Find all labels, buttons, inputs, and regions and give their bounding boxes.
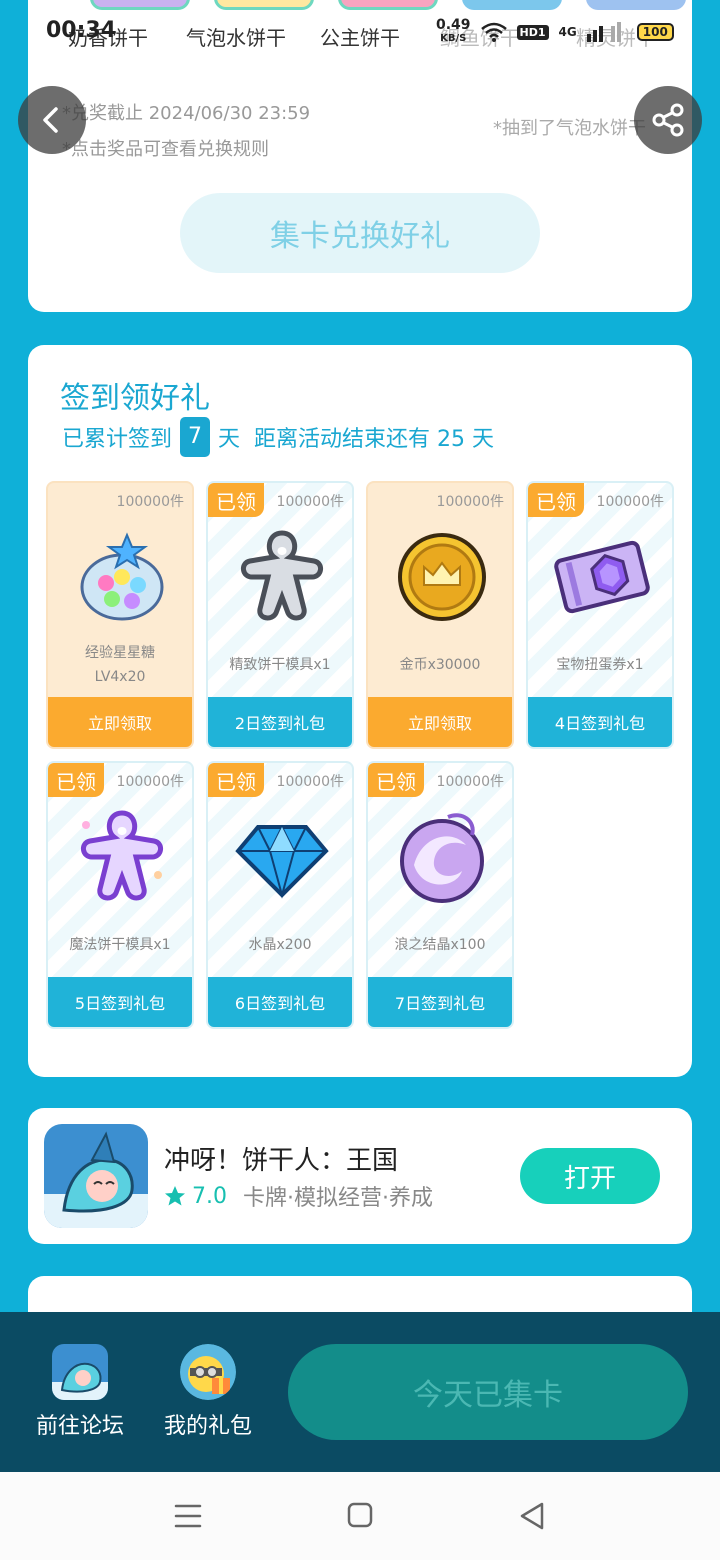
- battery-level: 100: [642, 25, 668, 39]
- claimed-badge: 已领: [48, 763, 104, 797]
- claim-button[interactable]: 立即领取: [48, 697, 192, 747]
- drawn-note: *抽到了气泡水饼干: [493, 118, 646, 139]
- crystal-icon: [235, 824, 329, 899]
- today-collected-button[interactable]: 今天已集卡: [288, 1344, 688, 1440]
- gift-qty: 100000件: [276, 494, 344, 510]
- game-rating: 7.0: [192, 1183, 227, 1209]
- status-icons: 0.49 KB/S HD1 4G 100: [436, 18, 674, 46]
- cookie-mold-icon: [241, 530, 323, 621]
- sign-in-package-button[interactable]: 5日签到礼包: [48, 977, 192, 1027]
- star-candy-icon: [80, 532, 164, 621]
- network-speed-value: 0.49: [436, 17, 471, 33]
- claimed-badge: 已领: [368, 763, 424, 797]
- gift-name: 水晶x200: [248, 937, 312, 953]
- sign-in-days-badge: 7: [180, 417, 211, 457]
- claimed-badge: 已领: [208, 763, 264, 797]
- gift-card[interactable]: 100000件 经验星星糖 LV4x20 立即领取: [46, 481, 194, 749]
- gift-qty: 100000件: [596, 494, 664, 510]
- signal-icon: [586, 22, 621, 42]
- open-game-button[interactable]: 打开: [520, 1148, 660, 1204]
- card-sign-in: 签到领好礼 已累计签到 7 天 距离活动结束还有 25 天 100000件 经验…: [28, 345, 692, 1077]
- redeem-deadline: *兑奖截止 2024/06/30 23:59: [62, 103, 311, 124]
- claim-button[interactable]: 立即领取: [368, 697, 512, 747]
- gift-card[interactable]: 已领 100000件 精致饼干模具x1 2日签到礼包: [206, 481, 354, 749]
- gift-name: 精致饼干模具x1: [229, 657, 331, 673]
- card-game: 冲呀！饼干人：王国 7.0 卡牌·模拟经营·养成 打开: [28, 1108, 692, 1244]
- sign-in-title: 签到领好礼: [60, 381, 210, 416]
- gift-name: 经验星星糖 LV4x20: [48, 641, 192, 689]
- gift-card[interactable]: 已领 100000件 浪之结晶x100 7日签到礼包: [366, 761, 514, 1029]
- share-icon: [652, 103, 684, 137]
- gift-qty: 100000件: [436, 494, 504, 510]
- gift-name-line2: LV4x20: [94, 669, 146, 685]
- forum-icon: [52, 1344, 108, 1400]
- status-time: 00:34: [46, 18, 117, 43]
- my-gifts-label: 我的礼包: [163, 1414, 252, 1439]
- wave-crystal-icon: [400, 813, 484, 903]
- game-name: 冲呀！饼干人：王国: [164, 1146, 399, 1176]
- battery-icon: 100: [636, 23, 674, 41]
- wifi-icon: [480, 22, 507, 42]
- system-nav-bar: [0, 1472, 720, 1560]
- gift-qty: 100000件: [116, 774, 184, 790]
- network-type: 4G: [558, 25, 577, 39]
- back-button[interactable]: [18, 86, 86, 154]
- sign-in-package-button[interactable]: 4日签到礼包: [528, 697, 672, 747]
- forum-label: 前往论坛: [35, 1414, 124, 1439]
- game-app-icon[interactable]: [44, 1124, 148, 1228]
- gift-name: 宝物扭蛋券x1: [556, 657, 644, 673]
- my-gifts-button[interactable]: 我的礼包: [148, 1344, 268, 1440]
- claimed-badge: 已领: [208, 483, 264, 517]
- sign-in-day-unit: 天: [218, 427, 241, 452]
- network-speed-unit: KB/S: [440, 33, 467, 44]
- hd-badge: HD1: [516, 24, 549, 40]
- sign-in-package-button[interactable]: 2日签到礼包: [208, 697, 352, 747]
- game-meta: 7.0 卡牌·模拟经营·养成: [164, 1180, 433, 1212]
- sign-in-remaining: 距离活动结束还有 25 天: [254, 427, 495, 452]
- redeem-notes: *兑奖截止 2024/06/30 23:59 *点击奖品可查看兑换规则: [62, 96, 310, 168]
- gift-card[interactable]: 已领 100000件 水晶x200 6日签到礼包: [206, 761, 354, 1029]
- gift-card[interactable]: 100000件 金币x30000 立即领取: [366, 481, 514, 749]
- redeem-hint: *点击奖品可查看兑换规则: [62, 139, 269, 160]
- gift-name: 金币x30000: [399, 657, 481, 673]
- gift-card[interactable]: 已领 100000件 宝物扭蛋券x1 4日签到礼包: [526, 481, 674, 749]
- gift-bag-icon: [180, 1344, 236, 1400]
- back-triangle-icon[interactable]: [512, 1500, 552, 1532]
- gift-qty: 100000件: [276, 774, 344, 790]
- sign-in-prefix: 已累计签到: [62, 427, 173, 452]
- network-speed: 0.49 KB/S: [436, 18, 471, 46]
- gift-card[interactable]: 已领 100000件 魔法饼干模具x1 5日签到礼包: [46, 761, 194, 1029]
- share-button[interactable]: [634, 86, 702, 154]
- sign-in-package-button[interactable]: 6日签到礼包: [208, 977, 352, 1027]
- gift-qty: 100000件: [436, 774, 504, 790]
- gift-name-line1: 经验星星糖: [85, 645, 155, 661]
- status-bar: 00:34 0.49 KB/S HD1 4G 100: [0, 0, 720, 64]
- gift-name: 魔法饼干模具x1: [69, 937, 171, 953]
- star-icon: [165, 1186, 185, 1206]
- menu-icon[interactable]: [168, 1500, 208, 1532]
- sign-in-summary: 已累计签到 7 天 距离活动结束还有 25 天: [62, 417, 494, 457]
- magic-cookie-mold-icon: [81, 810, 163, 901]
- game-tags: 卡牌·模拟经营·养成: [243, 1186, 433, 1211]
- collect-exchange-button[interactable]: 集卡兑换好礼: [180, 193, 540, 273]
- gold-coin-icon: [398, 533, 486, 621]
- claimed-badge: 已领: [528, 483, 584, 517]
- forum-button[interactable]: 前往论坛: [20, 1344, 140, 1440]
- gift-name: 浪之结晶x100: [394, 937, 486, 953]
- home-square-icon[interactable]: [340, 1500, 380, 1532]
- sign-in-package-button[interactable]: 7日签到礼包: [368, 977, 512, 1027]
- gacha-ticket-icon: [554, 540, 650, 614]
- bottom-action-bar: 前往论坛 我的礼包 今天已集卡: [0, 1312, 720, 1472]
- chevron-left-icon: [43, 107, 58, 133]
- gift-qty: 100000件: [116, 494, 184, 510]
